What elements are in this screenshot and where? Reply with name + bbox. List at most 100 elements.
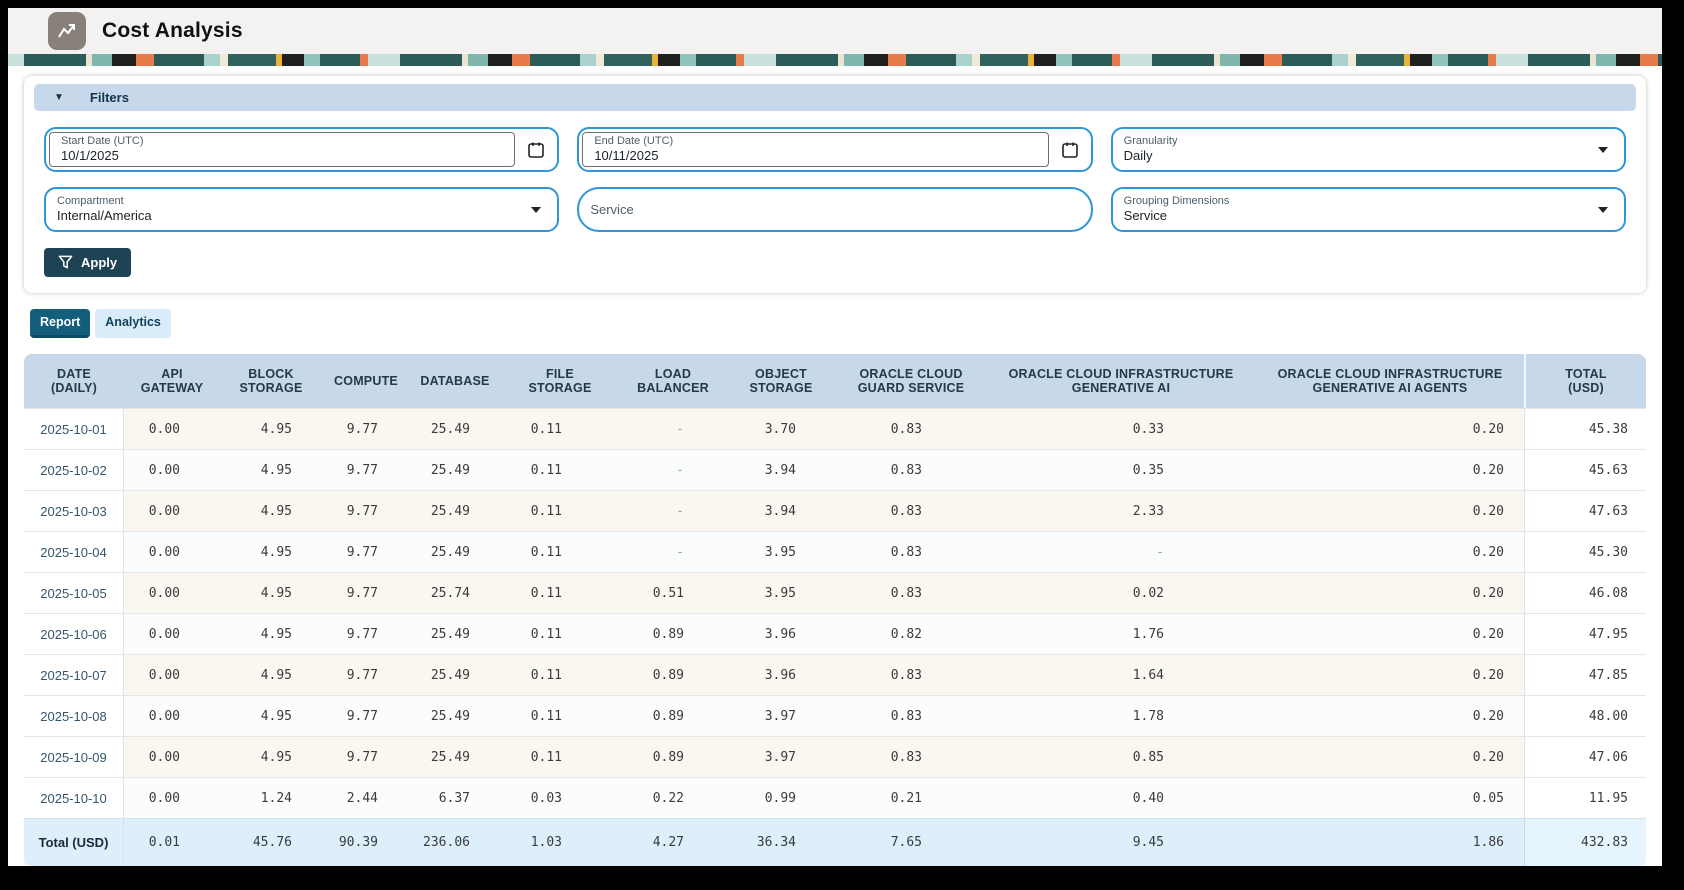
cost-value-cell: 25.49	[410, 695, 500, 736]
end-date-value[interactable]: 10/11/2025	[594, 148, 1047, 164]
cost-value-cell: 3.97	[726, 695, 836, 736]
compartment-value: Internal/America	[57, 208, 152, 223]
cost-value-cell: 9.77	[322, 531, 410, 572]
cost-value-cell: 9.45	[986, 818, 1256, 866]
cost-value-cell: 1.78	[986, 695, 1256, 736]
cost-value-cell: 0.89	[620, 736, 726, 777]
cost-value-cell: 45.76	[220, 818, 322, 866]
compartment-select[interactable]: Compartment Internal/America	[44, 187, 560, 232]
cost-value-cell: 2.33	[986, 490, 1256, 531]
cost-value-cell: 4.95	[220, 654, 322, 695]
cost-value-cell: 9.77	[322, 736, 410, 777]
column-header: API GATEWAY	[124, 354, 220, 408]
cost-value-cell: 0.20	[1256, 572, 1524, 613]
row-total-cell: 45.30	[1524, 531, 1646, 572]
grouping-dimensions-select[interactable]: Grouping Dimensions Service	[1110, 187, 1626, 232]
cost-value-cell: 0.20	[1256, 531, 1524, 572]
cost-value-cell: 0.40	[986, 777, 1256, 818]
cost-value-cell: 1.76	[986, 613, 1256, 654]
tab-analytics[interactable]: Analytics	[95, 309, 171, 338]
date-cell: 2025-10-01	[24, 408, 124, 449]
table-row: 2025-10-07 0.00 4.95 9.77 25.49 0.11 0.89 3.96 0…	[24, 654, 1646, 695]
cost-value-cell: 4.95	[220, 490, 322, 531]
table-row: 2025-10-04 0.00 4.95 9.77 25.49 0.11-3.95 0.83…	[24, 531, 1646, 572]
cost-value-cell: 0.20	[1256, 449, 1524, 490]
cost-value-cell: 25.49	[410, 408, 500, 449]
cost-value-cell: 0.11	[500, 654, 620, 695]
cost-value-cell: 0.05	[1256, 777, 1524, 818]
cost-value-cell: 25.49	[410, 736, 500, 777]
end-date-calendar-button[interactable]	[1049, 129, 1091, 170]
date-cell: 2025-10-04	[24, 531, 124, 572]
column-header: ORACLE CLOUD INFRASTRUCTURE GENERATIVE A…	[1256, 354, 1524, 408]
row-total-cell: 11.95	[1524, 777, 1646, 818]
date-cell: 2025-10-06	[24, 613, 124, 654]
column-header: LOAD BALANCER	[620, 354, 726, 408]
cost-value-cell: 0.00	[124, 736, 220, 777]
cost-value-cell: 0.83	[836, 490, 986, 531]
cost-value-cell: 4.95	[220, 695, 322, 736]
apply-button[interactable]: Apply	[44, 248, 132, 277]
tab-report[interactable]: Report	[30, 309, 91, 338]
page-title: Cost Analysis	[102, 19, 243, 42]
end-date-field[interactable]: End Date (UTC) 10/11/2025	[577, 127, 1093, 172]
cost-value-cell: 0.21	[836, 777, 986, 818]
cost-value-cell: 0.83	[836, 695, 986, 736]
calendar-icon	[528, 142, 545, 158]
cost-value-cell: 1.03	[500, 818, 620, 866]
cost-value-cell: 3.95	[726, 531, 836, 572]
cost-value-cell: 0.00	[124, 613, 220, 654]
cost-value-cell: 3.96	[726, 613, 836, 654]
chevron-down-icon	[1597, 206, 1608, 213]
cost-value-cell: 3.96	[726, 654, 836, 695]
table-header-row: DATE (DAILY) API GATEWAY BLOCK STORAGE COMP…	[24, 354, 1646, 408]
cost-value-cell: 0.11	[500, 613, 620, 654]
end-date-label: End Date (UTC)	[594, 135, 674, 147]
app-window: Cost Analysis ▼ Filters Start Date (UTC)…	[8, 8, 1662, 866]
row-total-cell: 45.38	[1524, 408, 1646, 449]
service-input[interactable]: Service	[577, 187, 1093, 232]
table-row: 2025-10-08 0.00 4.95 9.77 25.49 0.11 0.89 3.97 0…	[24, 695, 1646, 736]
cost-value-cell: 0.83	[836, 449, 986, 490]
cost-value-cell: 0.11	[500, 408, 620, 449]
row-total-cell: 47.63	[1524, 490, 1646, 531]
cost-report-table: DATE (DAILY) API GATEWAY BLOCK STORAGE COMP…	[24, 354, 1646, 866]
cost-value-cell: 0.02	[986, 572, 1256, 613]
cost-value-cell: 0.20	[1256, 654, 1524, 695]
grouping-dimensions-label: Grouping Dimensions	[1123, 195, 1230, 207]
start-date-calendar-button[interactable]	[515, 129, 557, 170]
granularity-select[interactable]: Granularity Daily	[1110, 127, 1626, 172]
row-total-cell: 47.06	[1524, 736, 1646, 777]
cost-value-cell: 0.00	[124, 777, 220, 818]
cost-value-cell: 25.49	[410, 613, 500, 654]
start-date-label: Start Date (UTC)	[61, 135, 144, 147]
report-tabs: Report Analytics	[30, 309, 1646, 338]
cost-value-cell: 9.77	[322, 654, 410, 695]
filters-collapse-header[interactable]: ▼ Filters	[34, 84, 1636, 111]
start-date-field[interactable]: Start Date (UTC) 10/1/2025	[44, 127, 560, 172]
table-row: 2025-10-10 0.00 1.24 2.44 6.37 0.03 0.22 0.99 0.…	[24, 777, 1646, 818]
chevron-down-icon	[1597, 146, 1608, 153]
cost-value-cell: 0.82	[836, 613, 986, 654]
cost-value-cell: 0.11	[500, 449, 620, 490]
column-header: OBJECT STORAGE	[726, 354, 836, 408]
cost-value-cell: 9.77	[322, 695, 410, 736]
cost-value-cell: 2.44	[322, 777, 410, 818]
start-date-value[interactable]: 10/1/2025	[61, 148, 514, 164]
cost-value-cell: 0.99	[726, 777, 836, 818]
date-cell: 2025-10-09	[24, 736, 124, 777]
granularity-label: Granularity	[1123, 135, 1178, 147]
cost-value-cell: 25.74	[410, 572, 500, 613]
cost-value-cell: 0.89	[620, 654, 726, 695]
row-total-cell: 46.08	[1524, 572, 1646, 613]
cost-value-cell: 0.00	[124, 572, 220, 613]
cost-value-cell: 0.20	[1256, 408, 1524, 449]
cost-value-cell: 9.77	[322, 572, 410, 613]
table-row: 2025-10-02 0.00 4.95 9.77 25.49 0.11-3.94 0.83…	[24, 449, 1646, 490]
cost-value-cell: -	[620, 490, 726, 531]
cost-value-cell: 4.95	[220, 736, 322, 777]
cost-value-cell: 0.35	[986, 449, 1256, 490]
row-total-cell: 48.00	[1524, 695, 1646, 736]
cost-value-cell: 0.51	[620, 572, 726, 613]
cost-value-cell: 90.39	[322, 818, 410, 866]
